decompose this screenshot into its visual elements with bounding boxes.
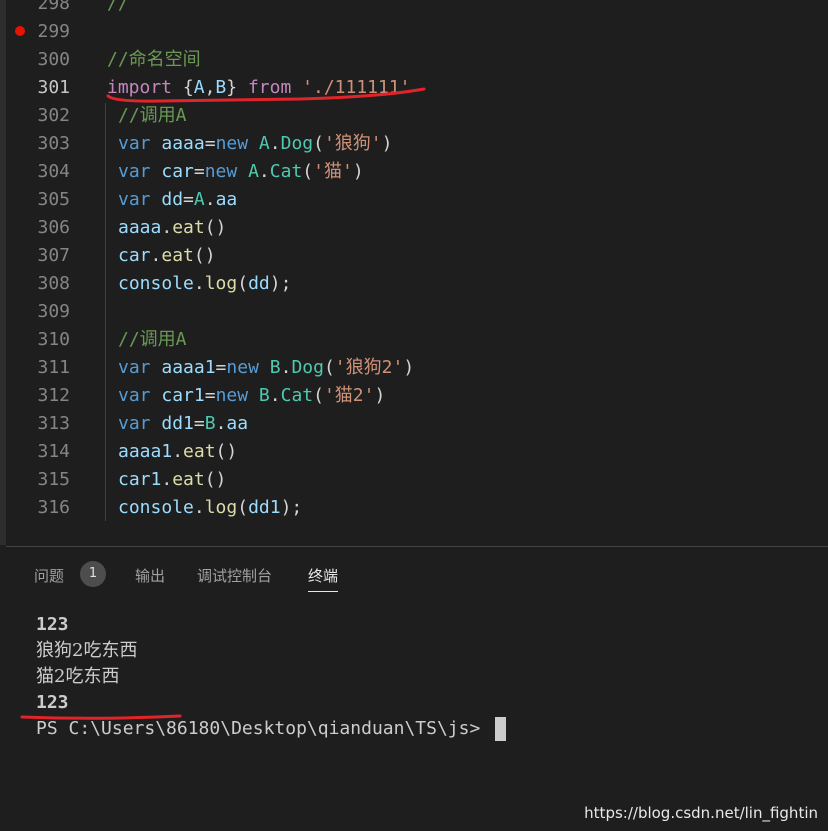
red-annotation-marks <box>20 87 426 720</box>
red-underline-output <box>20 714 182 720</box>
watermark: https://blog.csdn.net/lin_fightin <box>584 804 818 822</box>
red-underline-import <box>106 87 426 103</box>
